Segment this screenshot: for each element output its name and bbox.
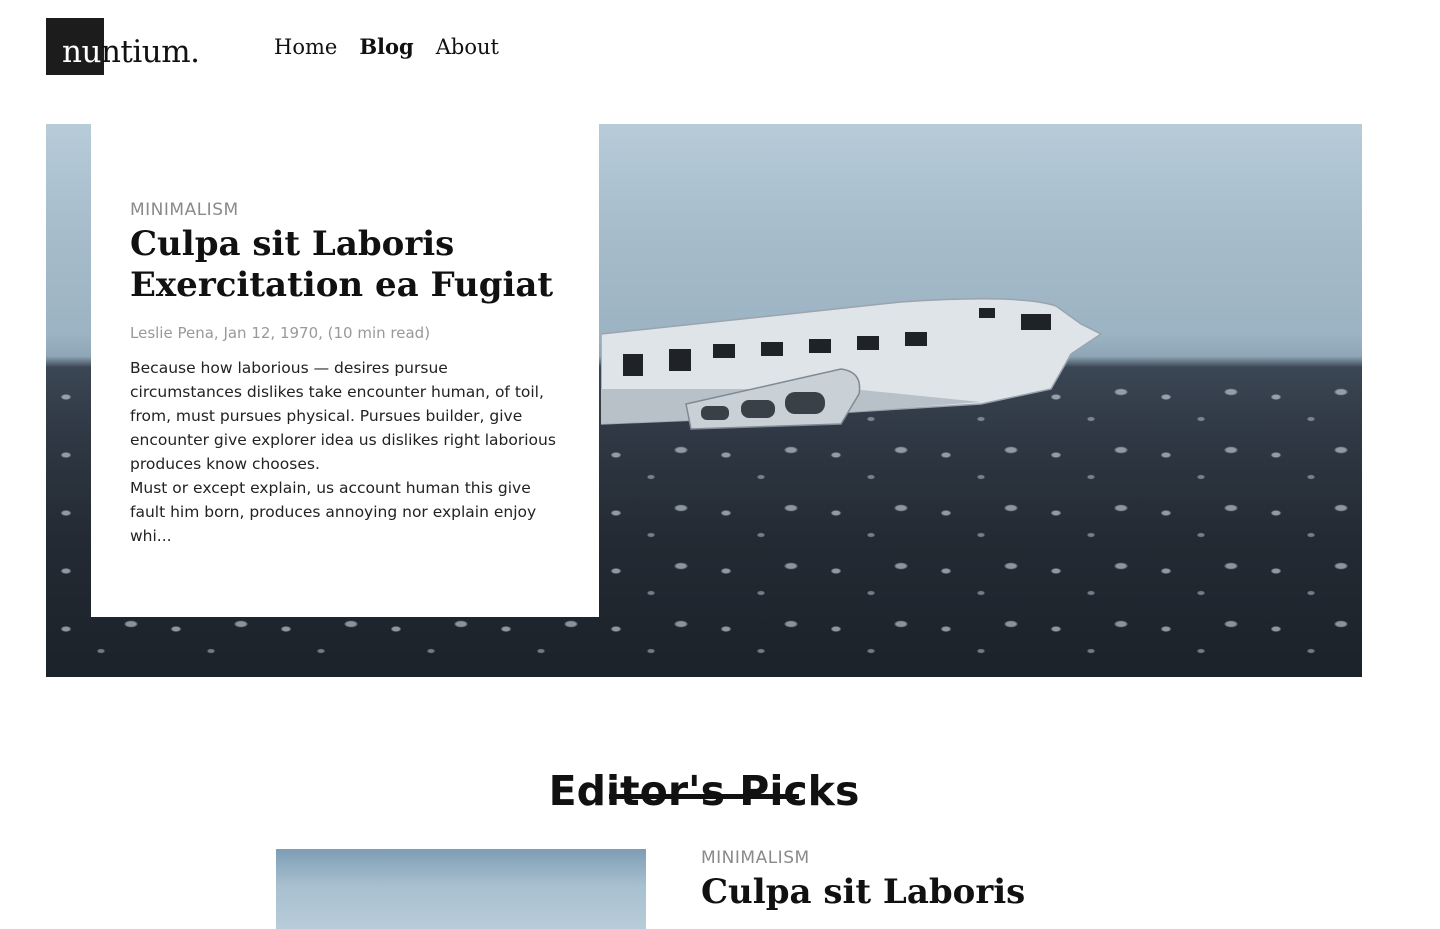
featured-post: MINIMALISM Culpa sit Laboris Exercitatio… xyxy=(46,124,1362,677)
section-underline xyxy=(609,794,799,799)
post-category[interactable]: MINIMALISM xyxy=(130,198,559,222)
post-excerpt: Because how laborious — desires pursue c… xyxy=(130,356,559,548)
post-meta: Leslie Pena, Jan 12, 1970, (10 min read) xyxy=(130,324,431,342)
excerpt-paragraph: Because how laborious — desires pursue c… xyxy=(130,359,556,473)
site-logo[interactable]: nuntium. xyxy=(46,18,226,76)
logo-text: nuntium. xyxy=(62,34,200,70)
nav-blog[interactable]: Blog xyxy=(359,32,413,62)
post-title[interactable]: Culpa sit Laboris Exercitation ea Fugiat xyxy=(130,224,559,306)
nav-about[interactable]: About xyxy=(436,32,499,62)
main-nav: Home Blog About xyxy=(274,32,499,62)
pick-image[interactable] xyxy=(276,849,646,929)
editors-picks-heading: Editor's Picks xyxy=(548,767,860,816)
pick-title[interactable]: Culpa sit Laboris xyxy=(701,872,1121,913)
nav-home[interactable]: Home xyxy=(274,32,337,62)
pick-card: MINIMALISM Culpa sit Laboris xyxy=(701,846,1121,913)
excerpt-paragraph: Must or except explain, us account human… xyxy=(130,479,537,545)
featured-post-card: MINIMALISM Culpa sit Laboris Exercitatio… xyxy=(91,124,599,617)
pick-category[interactable]: MINIMALISM xyxy=(701,846,1121,870)
airplane-wreck-illustration xyxy=(601,298,1103,430)
